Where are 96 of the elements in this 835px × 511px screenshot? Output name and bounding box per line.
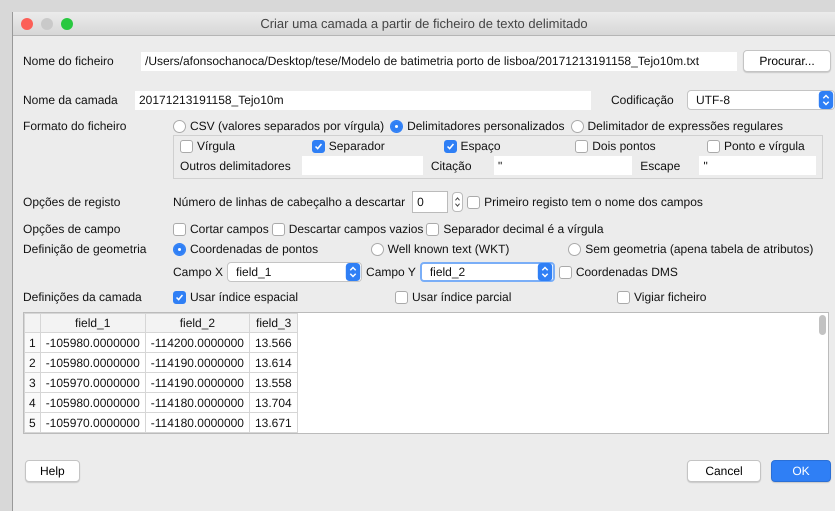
radio-label: Coordenadas de pontos (190, 242, 318, 256)
checkbox-label: Separador decimal é a vírgula (443, 222, 604, 236)
checkbox[interactable] (173, 222, 186, 236)
dialog-button[interactable]: Help (25, 460, 80, 482)
checkbox[interactable] (617, 290, 630, 304)
column-header: field_3 (249, 314, 298, 332)
layer-name-field[interactable]: 20171213191158_Tejo10m (135, 90, 591, 110)
checkbox-label: Vigiar ficheiro (634, 290, 706, 304)
row-number: 5 (24, 412, 40, 432)
checkbox-label: Usar índice parcial (412, 290, 512, 304)
table-cell: -114190.0000000 (145, 372, 250, 392)
checkbox[interactable] (173, 290, 186, 304)
column-header: field_1 (40, 314, 146, 332)
field-select[interactable]: field_2 (420, 262, 555, 282)
radio-button[interactable] (390, 120, 404, 132)
table-cell: -105980.0000000 (40, 332, 146, 352)
field-label: Citação (430, 158, 473, 172)
checkbox-label: Vírgula (197, 139, 236, 153)
window-control[interactable] (21, 18, 33, 30)
window-title: Criar uma camada a partir de ficheiro de texto delimitado (259, 16, 589, 31)
field-label: Codificação (611, 93, 675, 107)
window-control[interactable] (61, 18, 73, 30)
radio-label: CSV (valores separados por vírgula) (190, 119, 384, 133)
field-label: Número de linhas de cabeçalho a descartar (173, 195, 406, 209)
field-label: Opções de registo (23, 195, 122, 209)
radio-button[interactable] (570, 120, 584, 132)
radio-label: Delimitadores personalizados (407, 119, 565, 133)
spinner[interactable] (452, 192, 464, 212)
checkbox[interactable] (467, 196, 480, 208)
stepper-icon (536, 263, 553, 281)
text-field[interactable]: " (494, 156, 632, 175)
table-cell: -114180.0000000 (145, 412, 250, 432)
number-field[interactable]: 0 (412, 191, 448, 213)
field-label: Formato do ficheiro (23, 119, 128, 133)
checkbox-label: Ponto e vírgula (724, 139, 805, 153)
radio-label: Sem geometria (apena tabela de atributos) (585, 242, 814, 256)
table-cell: 13.614 (249, 352, 298, 372)
field-label: Outros delimitadores (180, 158, 292, 172)
checkbox-label: Descartar campos vazios (288, 222, 424, 236)
checkbox-label: Dois pontos (592, 139, 656, 153)
column-header: field_2 (145, 314, 250, 332)
table-cell: -105980.0000000 (40, 352, 146, 372)
table-cell: -114190.0000000 (145, 352, 250, 372)
field-label: Campo Y (366, 265, 416, 279)
table-cell: -114200.0000000 (145, 332, 250, 352)
checkbox-label: Separador (328, 139, 385, 153)
file-path-field[interactable]: /Users/afonsochanoca/Desktop/tese/Modelo de batimetria porto de lisboa/20171213191158_Tejo10m.txt (141, 52, 737, 70)
checkbox[interactable] (180, 140, 193, 152)
checkbox[interactable] (444, 140, 456, 152)
table-cell: 13.566 (249, 332, 298, 352)
field-label: Escape (640, 158, 682, 172)
stepper-icon (345, 263, 362, 281)
dialog-button[interactable]: OK (771, 460, 831, 482)
checkbox-label: Cortar campos (190, 222, 269, 236)
checkbox[interactable] (426, 222, 440, 236)
table-cell: -105970.0000000 (40, 372, 146, 392)
radio-button[interactable] (173, 242, 186, 256)
stepper-icon (818, 91, 834, 109)
window-control[interactable] (41, 18, 53, 30)
checkbox-label: Primeiro registo tem o nome dos campos (484, 195, 703, 209)
field-label: Definições da camada (23, 290, 143, 304)
row-number: 2 (24, 352, 40, 372)
table-cell: 13.704 (249, 392, 298, 412)
checkbox-label: Usar índice espacial (190, 290, 298, 304)
checkbox[interactable] (558, 266, 572, 278)
row-number: 1 (24, 332, 40, 352)
field-label: Opções de campo (23, 222, 122, 236)
table-cell: 13.558 (249, 372, 298, 392)
table-cell: -105970.0000000 (40, 412, 146, 432)
radio-button[interactable] (568, 242, 582, 256)
field-label: Nome do ficheiro (23, 54, 115, 68)
browse-button[interactable]: Procurar... (743, 50, 831, 72)
field-label: Campo X (173, 265, 224, 279)
field-label: Nome da camada (23, 93, 119, 107)
row-number: 3 (24, 372, 40, 392)
table-cell: -114180.0000000 (145, 392, 250, 412)
field-label: Definição de geometria (23, 242, 148, 256)
field-select[interactable]: field_1 (227, 262, 362, 282)
row-number: 4 (24, 392, 40, 412)
radio-label: Well known text (WKT) (388, 242, 510, 256)
checkbox[interactable] (395, 290, 408, 304)
text-field[interactable]: " (699, 156, 816, 175)
dialog-button[interactable]: Cancel (687, 460, 761, 482)
radio-button[interactable] (173, 120, 186, 132)
table-cell: 13.671 (249, 412, 298, 432)
scrollbar[interactable] (819, 315, 826, 335)
checkbox-label: Espaço (460, 139, 501, 153)
checkbox-label: Coordenadas DMS (576, 265, 678, 279)
checkbox[interactable] (575, 140, 588, 152)
radio-button[interactable] (370, 242, 384, 256)
encoding-select[interactable]: UTF-8 (687, 90, 835, 110)
radio-label: Delimitador de expressões regulares (588, 119, 783, 133)
checkbox[interactable] (707, 140, 720, 152)
checkbox[interactable] (312, 140, 325, 152)
table-cell: -105980.0000000 (40, 392, 146, 412)
checkbox[interactable] (272, 222, 285, 236)
